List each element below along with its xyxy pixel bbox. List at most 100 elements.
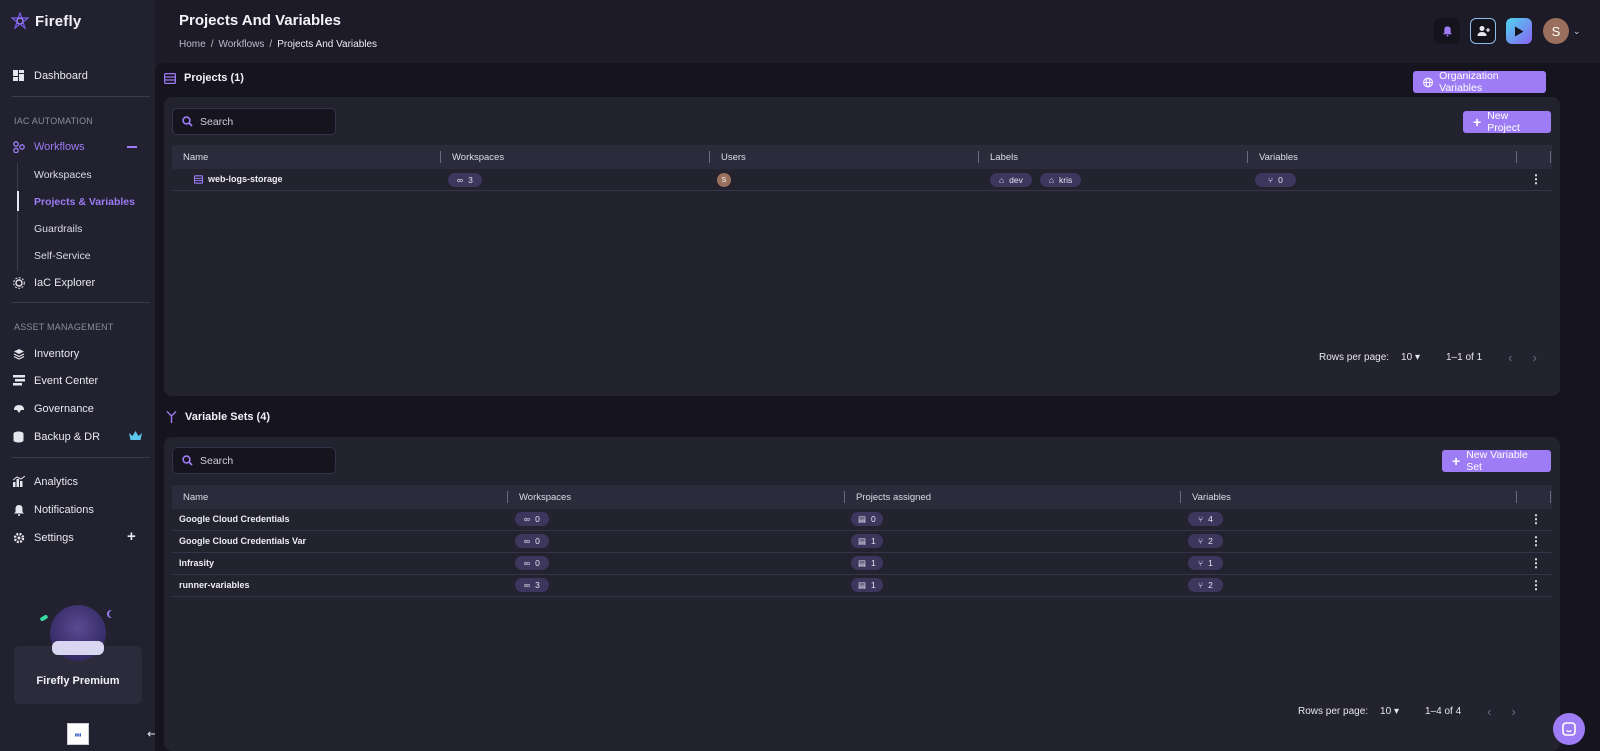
projects-cell[interactable]: ▤ 0: [851, 512, 883, 526]
label-pill[interactable]: ⌂ dev: [990, 173, 1032, 187]
nav-notifications[interactable]: Notifications: [12, 503, 94, 516]
breadcrumb-workflows[interactable]: Workflows: [218, 39, 264, 50]
nav-backup-dr[interactable]: Backup & DR: [12, 430, 100, 443]
column-workspaces[interactable]: Workspaces: [452, 152, 504, 163]
user-avatar[interactable]: S: [1543, 18, 1569, 44]
breadcrumb-home[interactable]: Home: [179, 39, 206, 50]
workspaces-pill[interactable]: ∞ 0: [515, 556, 549, 570]
workspaces-cell[interactable]: ∞ 0: [515, 512, 549, 526]
new-project-button[interactable]: + New Project: [1463, 110, 1551, 134]
column-separator[interactable]: [1550, 151, 1551, 163]
workspaces-pill[interactable]: ∞ 3: [515, 578, 549, 592]
workspaces-pill[interactable]: ∞ 0: [515, 512, 549, 526]
chevron-right-icon[interactable]: ›: [1511, 704, 1515, 719]
column-users[interactable]: Users: [721, 152, 746, 163]
column-separator[interactable]: [844, 491, 845, 503]
projects-pill[interactable]: ▤ 0: [851, 512, 883, 526]
kebab-icon[interactable]: ⋮: [1530, 512, 1542, 526]
nav-governance[interactable]: Governance: [12, 402, 94, 415]
chevron-left-icon[interactable]: ‹: [1487, 704, 1491, 719]
column-workspaces[interactable]: Workspaces: [519, 492, 571, 503]
column-separator[interactable]: [1516, 491, 1517, 503]
expand-settings-icon[interactable]: +: [127, 528, 136, 545]
kebab-icon[interactable]: ⋮: [1530, 172, 1542, 186]
column-separator[interactable]: [1550, 491, 1551, 503]
variable-set-name[interactable]: runner-variables: [179, 580, 250, 590]
user-avatar-small[interactable]: S: [717, 173, 731, 187]
column-separator[interactable]: [978, 151, 979, 163]
workspaces-pill[interactable]: ∞ 0: [515, 534, 549, 548]
table-row[interactable]: Google Cloud Credentials ∞ 0 ▤ 0 ⑂ 4 ⋮: [172, 509, 1552, 531]
variables-cell[interactable]: ⑂ 4: [1188, 512, 1223, 526]
kebab-icon[interactable]: ⋮: [1530, 534, 1542, 548]
workspaces-cell[interactable]: ∞ 3: [515, 578, 549, 592]
variables-cell[interactable]: ⑂ 2: [1188, 534, 1223, 548]
nav-inventory[interactable]: Inventory: [12, 347, 79, 360]
variables-pill[interactable]: ⑂ 1: [1188, 556, 1223, 570]
chat-support-button[interactable]: [1553, 713, 1585, 745]
play-button[interactable]: [1506, 18, 1532, 44]
variables-pill[interactable]: ⑂ 2: [1188, 578, 1223, 592]
collapse-workflows-icon[interactable]: [127, 146, 137, 148]
column-separator[interactable]: [1180, 491, 1181, 503]
table-row[interactable]: web-logs-storage ∞ 3 S ⌂ dev ⌂ kris ⑂ 0 ⋮: [172, 169, 1552, 191]
notifications-button[interactable]: [1434, 18, 1460, 44]
variable-set-name[interactable]: Google Cloud Credentials Var: [179, 536, 306, 546]
variables-cell[interactable]: ⑂ 0: [1255, 173, 1296, 187]
variable-set-name[interactable]: Google Cloud Credentials: [179, 514, 290, 524]
column-separator[interactable]: [440, 151, 441, 163]
column-separator[interactable]: [709, 151, 710, 163]
chevron-left-icon[interactable]: ‹: [1508, 350, 1512, 365]
nav-event-center[interactable]: Event Center: [12, 374, 98, 387]
nav-sub-workspaces[interactable]: Workspaces: [34, 169, 92, 181]
rows-per-page-select[interactable]: 10 ▾: [1401, 352, 1420, 363]
variables-pill[interactable]: ⑂ 0: [1255, 173, 1296, 187]
new-variable-set-button[interactable]: + New Variable Set: [1442, 449, 1551, 473]
invite-user-button[interactable]: [1470, 18, 1496, 44]
projects-search-input[interactable]: Search: [172, 108, 336, 135]
label-pill[interactable]: ⌂ kris: [1039, 173, 1082, 187]
column-name[interactable]: Name: [183, 152, 208, 163]
table-row[interactable]: Google Cloud Credentials Var ∞ 0 ▤ 1 ⑂ 2 ⋮: [172, 531, 1552, 553]
app-logo[interactable]: Firefly: [11, 12, 81, 30]
table-row[interactable]: Infrasity ∞ 0 ▤ 1 ⑂ 1 ⋮: [172, 553, 1552, 575]
chevron-down-icon[interactable]: ⌄: [1573, 26, 1581, 37]
projects-cell[interactable]: ▤ 1: [851, 556, 883, 570]
column-separator[interactable]: [507, 491, 508, 503]
project-name-cell[interactable]: web-logs-storage: [194, 174, 283, 184]
projects-pill[interactable]: ▤ 1: [851, 534, 883, 548]
projects-cell[interactable]: ▤ 1: [851, 534, 883, 548]
nav-analytics[interactable]: Analytics: [12, 475, 78, 488]
column-projects-assigned[interactable]: Projects assigned: [856, 492, 931, 503]
column-name[interactable]: Name: [183, 492, 208, 503]
kebab-icon[interactable]: ⋮: [1530, 578, 1542, 592]
nav-sub-self-service[interactable]: Self-Service: [34, 250, 91, 262]
workspaces-pill[interactable]: ∞ 3: [448, 173, 482, 187]
organization-variables-button[interactable]: Organization Variables: [1413, 70, 1546, 94]
nav-sub-projects-variables[interactable]: Projects & Variables: [34, 196, 135, 208]
column-variables[interactable]: Variables: [1192, 492, 1231, 503]
variables-pill[interactable]: ⑂ 2: [1188, 534, 1223, 548]
variable-sets-search-input[interactable]: Search: [172, 447, 336, 474]
variables-cell[interactable]: ⑂ 1: [1188, 556, 1223, 570]
nav-sub-guardrails[interactable]: Guardrails: [34, 223, 82, 235]
projects-pill[interactable]: ▤ 1: [851, 556, 883, 570]
chevron-right-icon[interactable]: ›: [1532, 350, 1536, 365]
variables-cell[interactable]: ⑂ 2: [1188, 578, 1223, 592]
table-row[interactable]: runner-variables ∞ 3 ▤ 1 ⑂ 2 ⋮: [172, 575, 1552, 597]
projects-cell[interactable]: ▤ 1: [851, 578, 883, 592]
nav-settings[interactable]: Settings: [12, 531, 74, 544]
workspaces-cell[interactable]: ∞ 0: [515, 556, 549, 570]
organization-logo[interactable]: ▮▮▮: [67, 723, 89, 745]
column-separator[interactable]: [1516, 151, 1517, 163]
nav-dashboard[interactable]: Dashboard: [12, 69, 88, 82]
nav-workflows[interactable]: Workflows: [12, 140, 85, 153]
column-separator[interactable]: [1247, 151, 1248, 163]
column-variables[interactable]: Variables: [1259, 152, 1298, 163]
kebab-icon[interactable]: ⋮: [1530, 556, 1542, 570]
workspaces-cell[interactable]: ∞ 3: [448, 173, 482, 187]
nav-iac-explorer[interactable]: IaC Explorer: [12, 276, 95, 289]
column-labels[interactable]: Labels: [990, 152, 1018, 163]
variable-set-name[interactable]: Infrasity: [179, 558, 214, 568]
variables-pill[interactable]: ⑂ 4: [1188, 512, 1223, 526]
